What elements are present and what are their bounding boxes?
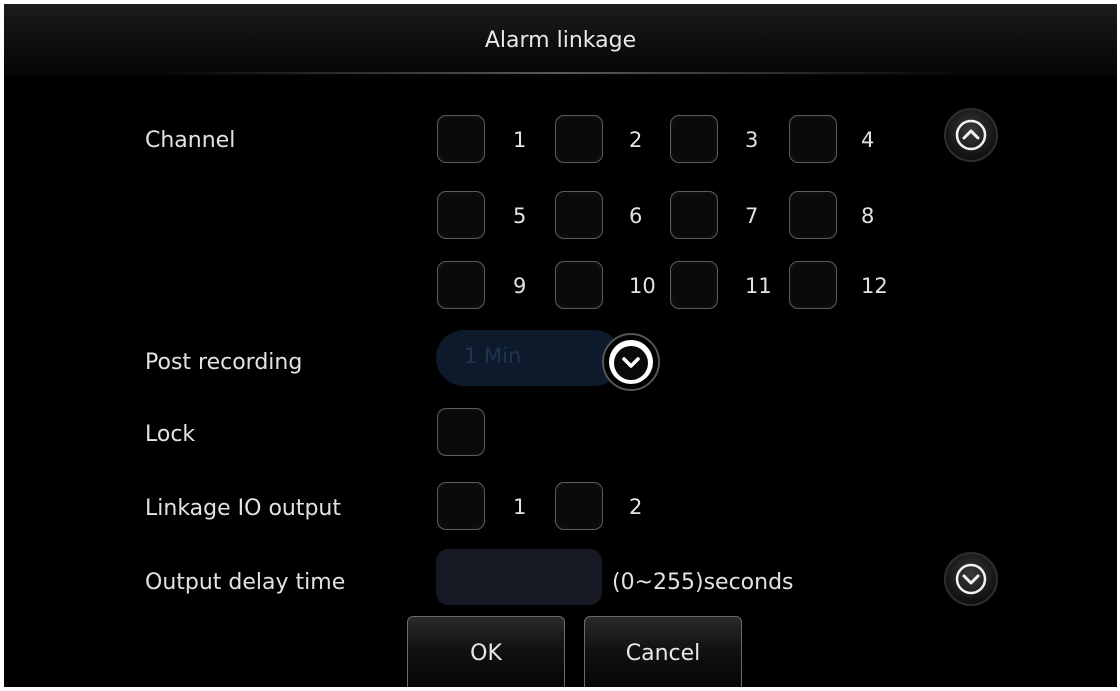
output-delay-input[interactable] [436, 549, 602, 605]
scroll-down-button[interactable] [944, 552, 998, 606]
post-recording-dropdown-button[interactable] [602, 333, 660, 391]
channel-label: Channel [145, 128, 236, 153]
channel-3-checkbox[interactable] [670, 115, 718, 163]
channel-4-checkbox[interactable] [789, 115, 837, 163]
title-divider [154, 72, 967, 74]
chevron-up-icon [955, 119, 987, 151]
io-output-1-checkbox[interactable] [437, 482, 485, 530]
channel-11-label: 11 [745, 274, 772, 298]
ok-button[interactable]: OK [407, 616, 565, 687]
title-bar: Alarm linkage [4, 4, 1117, 76]
io-output-1-label: 1 [513, 495, 527, 519]
channel-1-checkbox[interactable] [437, 115, 485, 163]
chevron-down-icon [955, 563, 987, 595]
linkage-io-output-label: Linkage IO output [145, 496, 342, 521]
dialog-title: Alarm linkage [484, 28, 637, 53]
scroll-up-button[interactable] [944, 108, 998, 162]
channel-2-label: 2 [629, 128, 643, 152]
channel-1-label: 1 [513, 128, 527, 152]
channel-10-checkbox[interactable] [555, 261, 603, 309]
channel-4-label: 4 [861, 128, 875, 152]
channel-5-checkbox[interactable] [437, 191, 485, 239]
lock-checkbox[interactable] [437, 408, 485, 456]
io-output-2-label: 2 [629, 495, 643, 519]
chevron-down-icon [614, 346, 648, 380]
channel-7-label: 7 [745, 204, 759, 228]
channel-12-checkbox[interactable] [789, 261, 837, 309]
channel-6-label: 6 [629, 204, 643, 228]
channel-5-label: 5 [513, 204, 527, 228]
alarm-linkage-dialog: Alarm linkage Channel 1 2 3 4 5 6 7 8 9 … [4, 4, 1117, 687]
cancel-button[interactable]: Cancel [584, 616, 742, 687]
post-recording-label: Post recording [145, 350, 303, 375]
channel-6-checkbox[interactable] [555, 191, 603, 239]
post-recording-value: 1 Min [464, 344, 522, 368]
channel-2-checkbox[interactable] [555, 115, 603, 163]
channel-9-label: 9 [513, 274, 527, 298]
io-output-2-checkbox[interactable] [555, 482, 603, 530]
channel-12-label: 12 [861, 274, 888, 298]
channel-11-checkbox[interactable] [670, 261, 718, 309]
channel-7-checkbox[interactable] [670, 191, 718, 239]
channel-8-label: 8 [861, 204, 875, 228]
output-delay-time-label: Output delay time [145, 570, 346, 595]
output-delay-unit: (0~255)seconds [612, 570, 794, 595]
channel-8-checkbox[interactable] [789, 191, 837, 239]
channel-9-checkbox[interactable] [437, 261, 485, 309]
channel-10-label: 10 [629, 274, 656, 298]
lock-label: Lock [145, 422, 196, 447]
post-recording-select[interactable]: 1 Min [436, 330, 622, 386]
channel-3-label: 3 [745, 128, 759, 152]
